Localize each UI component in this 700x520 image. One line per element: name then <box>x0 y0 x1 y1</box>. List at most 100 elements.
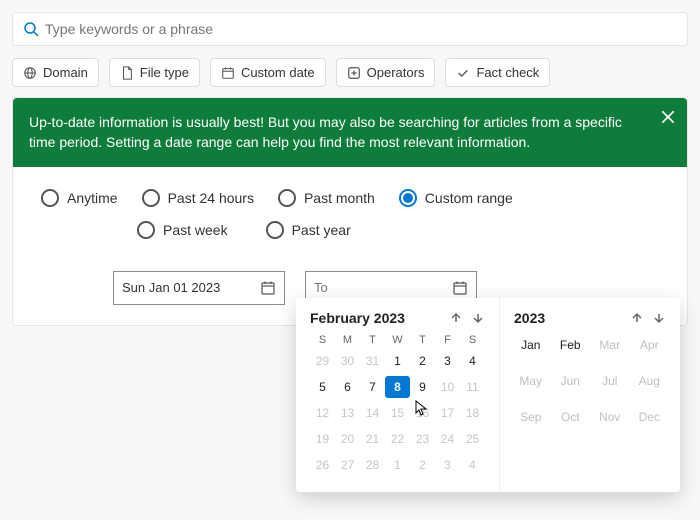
calendar-day[interactable]: 10 <box>435 376 460 398</box>
chip-label: Operators <box>367 65 425 80</box>
search-bar <box>12 12 688 46</box>
month-cell: Nov <box>593 410 627 424</box>
chip-label: Fact check <box>476 65 539 80</box>
radio-label: Anytime <box>67 190 118 206</box>
calendar-day[interactable]: 1 <box>385 350 410 372</box>
calendar-day[interactable]: 12 <box>310 402 335 424</box>
arrow-up-icon <box>630 311 644 325</box>
month-calendar: February 2023 SMTWTFS 293031123456789101… <box>296 298 500 492</box>
calendar-day[interactable]: 4 <box>460 350 485 372</box>
calendar-day[interactable]: 20 <box>335 428 360 450</box>
calendar-day[interactable]: 27 <box>335 454 360 476</box>
calendar-day[interactable]: 3 <box>435 454 460 476</box>
info-banner: Up-to-date information is usually best! … <box>13 98 687 167</box>
calendar-day[interactable]: 22 <box>385 428 410 450</box>
calendar-day[interactable]: 4 <box>460 454 485 476</box>
radio-label: Past 24 hours <box>168 190 254 206</box>
radio-label: Custom range <box>425 190 513 206</box>
calendar-day[interactable]: 16 <box>410 402 435 424</box>
chip-filetype[interactable]: File type <box>109 58 200 87</box>
chip-domain[interactable]: Domain <box>12 58 99 87</box>
close-icon <box>659 108 677 126</box>
month-cell[interactable]: Jan <box>514 338 548 352</box>
date-range-radios: Anytime Past 24 hours Past month Custom … <box>13 167 687 271</box>
arrow-up-icon <box>449 311 463 325</box>
radio-past-month[interactable]: Past month <box>278 189 375 207</box>
month-cell: Aug <box>633 374 667 388</box>
calendar-month-title[interactable]: February 2023 <box>310 310 405 326</box>
calendar-day[interactable]: 19 <box>310 428 335 450</box>
calendar-day[interactable]: 18 <box>460 402 485 424</box>
calendar-day[interactable]: 23 <box>410 428 435 450</box>
chip-operators[interactable]: Operators <box>336 58 436 87</box>
month-cell: Dec <box>633 410 667 424</box>
calendar-day[interactable]: 26 <box>310 454 335 476</box>
calendar-day[interactable]: 3 <box>435 350 460 372</box>
month-cell[interactable]: Feb <box>554 338 588 352</box>
banner-close-button[interactable] <box>659 108 677 126</box>
month-cell: Jul <box>593 374 627 388</box>
file-icon <box>120 66 134 80</box>
from-date-value: Sun Jan 01 2023 <box>122 280 220 295</box>
calendar-icon <box>260 280 276 296</box>
year-title[interactable]: 2023 <box>514 310 545 326</box>
calendar-day[interactable]: 25 <box>460 428 485 450</box>
to-date-placeholder: To <box>314 280 328 295</box>
next-month-button[interactable] <box>471 311 485 325</box>
calendar-day[interactable]: 2 <box>410 350 435 372</box>
from-date-field[interactable]: Sun Jan 01 2023 <box>113 271 285 305</box>
calendar-day[interactable]: 1 <box>385 454 410 476</box>
prev-year-button[interactable] <box>630 311 644 325</box>
chip-label: File type <box>140 65 189 80</box>
calendar-day[interactable]: 30 <box>335 350 360 372</box>
weekday-header: SMTWTFS <box>310 334 485 346</box>
chip-label: Domain <box>43 65 88 80</box>
date-picker-popover: February 2023 SMTWTFS 293031123456789101… <box>296 298 680 492</box>
calendar-day[interactable]: 11 <box>460 376 485 398</box>
calendar-day[interactable]: 17 <box>435 402 460 424</box>
next-year-button[interactable] <box>652 311 666 325</box>
calendar-day[interactable]: 13 <box>335 402 360 424</box>
calendar-day[interactable]: 31 <box>360 350 385 372</box>
plus-square-icon <box>347 66 361 80</box>
calendar-day[interactable]: 5 <box>310 376 335 398</box>
calendar-day[interactable]: 6 <box>335 376 360 398</box>
chip-factcheck[interactable]: Fact check <box>445 58 550 87</box>
calendar-icon <box>452 280 468 296</box>
calendar-day[interactable]: 15 <box>385 402 410 424</box>
search-icon <box>23 21 39 37</box>
filter-chip-row: Domain File type Custom date Operators F… <box>12 58 688 87</box>
calendar-day[interactable]: 14 <box>360 402 385 424</box>
radio-past-week[interactable]: Past week <box>137 221 228 239</box>
calendar-day[interactable]: 8 <box>385 376 410 398</box>
radio-custom-range[interactable]: Custom range <box>399 189 513 207</box>
calendar-day[interactable]: 28 <box>360 454 385 476</box>
days-grid: 2930311234567891011121314151617181920212… <box>310 350 485 476</box>
radio-label: Past year <box>292 222 351 238</box>
calendar-icon <box>221 66 235 80</box>
globe-icon <box>23 66 37 80</box>
radio-past-24-hours[interactable]: Past 24 hours <box>142 189 254 207</box>
prev-month-button[interactable] <box>449 311 463 325</box>
check-icon <box>456 66 470 80</box>
chip-customdate[interactable]: Custom date <box>210 58 326 87</box>
search-input[interactable] <box>39 21 677 37</box>
calendar-day[interactable]: 7 <box>360 376 385 398</box>
arrow-down-icon <box>471 311 485 325</box>
arrow-down-icon <box>652 311 666 325</box>
calendar-day[interactable]: 9 <box>410 376 435 398</box>
calendar-day[interactable]: 29 <box>310 350 335 372</box>
calendar-day[interactable]: 24 <box>435 428 460 450</box>
month-cell: Oct <box>554 410 588 424</box>
months-grid: JanFebMarAprMayJunJulAugSepOctNovDec <box>514 338 666 424</box>
month-cell: Mar <box>593 338 627 352</box>
month-cell: May <box>514 374 548 388</box>
radio-anytime[interactable]: Anytime <box>41 189 118 207</box>
calendar-day[interactable]: 2 <box>410 454 435 476</box>
radio-past-year[interactable]: Past year <box>266 221 351 239</box>
year-panel: 2023 JanFebMarAprMayJunJulAugSepOctNovDe… <box>500 298 680 492</box>
custom-date-panel: Up-to-date information is usually best! … <box>12 97 688 326</box>
month-cell: Sep <box>514 410 548 424</box>
month-cell: Jun <box>554 374 588 388</box>
calendar-day[interactable]: 21 <box>360 428 385 450</box>
